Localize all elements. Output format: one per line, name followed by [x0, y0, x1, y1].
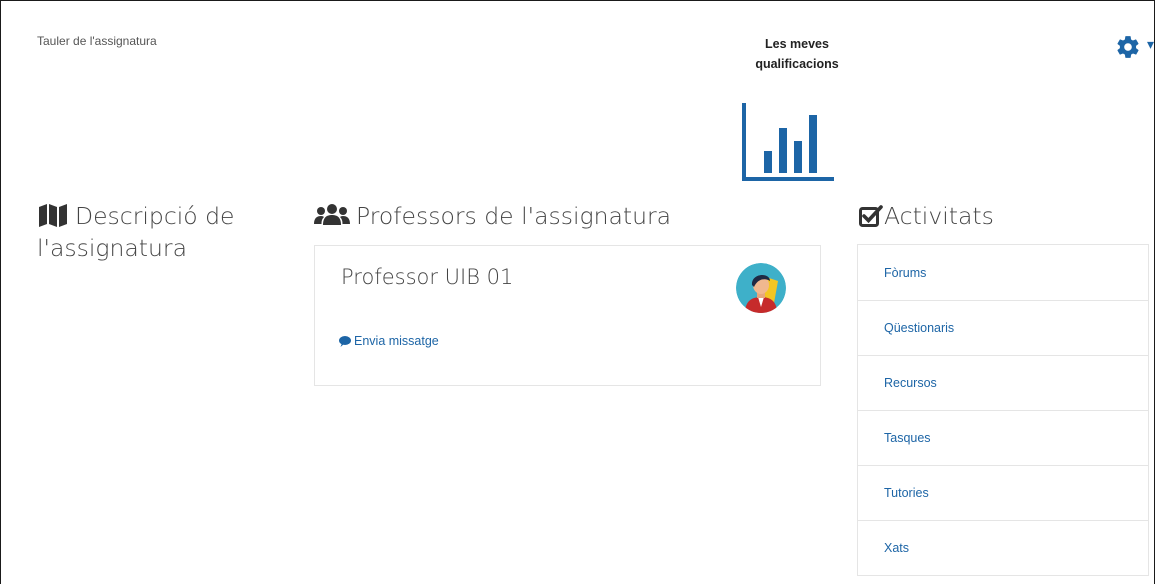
chevron-down-icon[interactable]: ▾	[1147, 36, 1154, 53]
activities-section-title: Activitats	[859, 200, 1119, 232]
comment-icon	[339, 336, 351, 347]
send-message-label: Envia missatge	[354, 334, 439, 348]
activity-tutorials[interactable]: Tutories	[858, 466, 1148, 521]
my-grades-label[interactable]: Les meves qualificacions	[727, 34, 867, 74]
activity-assignments[interactable]: Tasques	[858, 411, 1148, 466]
teachers-title-text: Professors de l'assignatura	[356, 202, 672, 230]
send-message-link[interactable]: Envia missatge	[339, 334, 439, 348]
users-icon	[314, 204, 350, 225]
teachers-section-title: Professors de l'assignatura	[314, 200, 774, 232]
description-section-title: Descripció de l'assignatura	[37, 200, 277, 264]
checkbox-icon	[859, 205, 883, 227]
breadcrumb[interactable]: Tauler de l'assignatura	[37, 34, 157, 48]
bar-chart-icon[interactable]	[742, 103, 834, 183]
activities-list: Fòrums Qüestionaris Recursos Tasques Tut…	[857, 244, 1149, 576]
map-icon	[39, 204, 67, 227]
teacher-card: Professor UIB 01 Envia missatge	[314, 245, 821, 386]
activity-resources[interactable]: Recursos	[858, 356, 1148, 411]
activity-quizzes[interactable]: Qüestionaris	[858, 301, 1148, 356]
teacher-name[interactable]: Professor UIB 01	[341, 265, 513, 289]
activity-forums[interactable]: Fòrums	[858, 245, 1148, 301]
avatar[interactable]	[736, 263, 786, 313]
activities-title-text: Activitats	[884, 202, 994, 230]
activity-chats[interactable]: Xats	[858, 521, 1148, 576]
gear-icon[interactable]	[1115, 34, 1141, 60]
